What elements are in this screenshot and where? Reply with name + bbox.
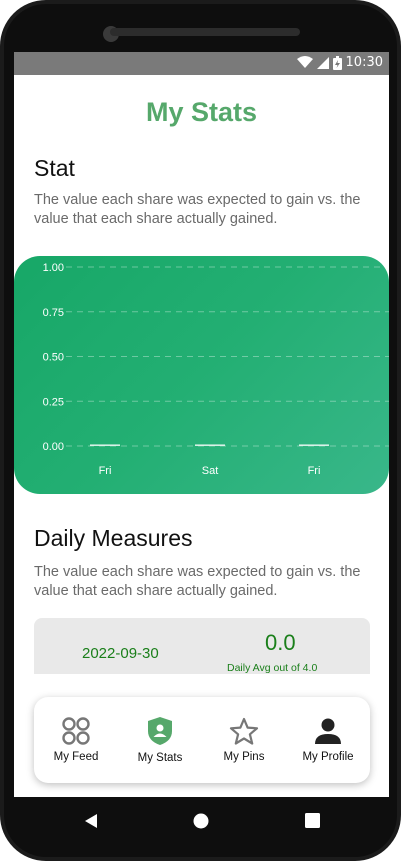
chart-bar <box>195 444 225 446</box>
status-time: 10:30 <box>345 55 383 70</box>
y-tick-label: 0.50 <box>43 352 64 364</box>
signal-icon <box>316 56 329 69</box>
y-tick-label: 1.00 <box>43 262 64 274</box>
stat-chart-svg: 1.00 0.75 0.50 0.25 0.00 Fri Sat Fri <box>43 262 389 477</box>
earpiece-speaker <box>110 28 300 36</box>
chart-bar <box>299 444 329 446</box>
nav-label: My Profile <box>302 751 354 763</box>
measure-value: 0.0 <box>265 630 296 655</box>
status-bar: 10:30 <box>14 52 389 75</box>
nav-label: My Feed <box>53 751 99 763</box>
daily-measure-card[interactable]: 2022-09-30 0.0 Daily Avg out of 4.0 <box>34 618 370 674</box>
nav-label: My Stats <box>137 752 183 764</box>
nav-item-my-stats[interactable]: My Stats <box>118 716 202 764</box>
status-icons: 10:30 <box>296 55 383 70</box>
stat-chart: 1.00 0.75 0.50 0.25 0.00 Fri Sat Fri <box>14 256 389 494</box>
measure-date: 2022-09-30 <box>82 645 159 662</box>
system-navigation-bar <box>0 797 401 861</box>
back-icon[interactable] <box>83 813 99 829</box>
daily-section-title: Daily Measures <box>34 525 193 551</box>
x-tick-label: Fri <box>99 465 112 477</box>
page-title: My Stats <box>145 97 258 127</box>
star-outline-icon <box>229 717 259 745</box>
nav-label: My Pins <box>223 751 265 763</box>
bottom-navigation: My Feed My Stats My Pins My Profile <box>34 697 370 783</box>
home-icon[interactable] <box>193 813 209 829</box>
wifi-icon <box>296 56 313 68</box>
x-tick-label: Fri <box>308 465 321 477</box>
x-tick-label: Sat <box>202 465 219 477</box>
screen: 10:30 My Stats Stat The value each share… <box>14 52 389 797</box>
person-icon <box>315 718 341 744</box>
y-tick-label: 0.75 <box>43 307 64 319</box>
shield-person-icon <box>148 717 172 745</box>
stat-section-description: The value each share was expected to gai… <box>34 192 361 227</box>
stats-page: My Stats Stat The value each share was e… <box>14 75 389 797</box>
y-tick-label: 0.25 <box>43 396 64 408</box>
recents-icon[interactable] <box>305 813 320 828</box>
daily-section-description: The value each share was expected to gai… <box>34 564 361 599</box>
phone-frame: 10:30 My Stats Stat The value each share… <box>0 0 401 861</box>
measure-subtitle: Daily Avg out of 4.0 <box>227 662 318 674</box>
chart-bar <box>90 444 120 446</box>
stat-section-title: Stat <box>34 155 75 181</box>
y-tick-label: 0.00 <box>43 441 64 453</box>
nav-item-my-pins[interactable]: My Pins <box>202 717 286 763</box>
nav-item-my-feed[interactable]: My Feed <box>34 717 118 763</box>
grid-circles-icon <box>62 717 90 745</box>
battery-icon <box>332 55 342 70</box>
nav-item-my-profile[interactable]: My Profile <box>286 717 370 763</box>
